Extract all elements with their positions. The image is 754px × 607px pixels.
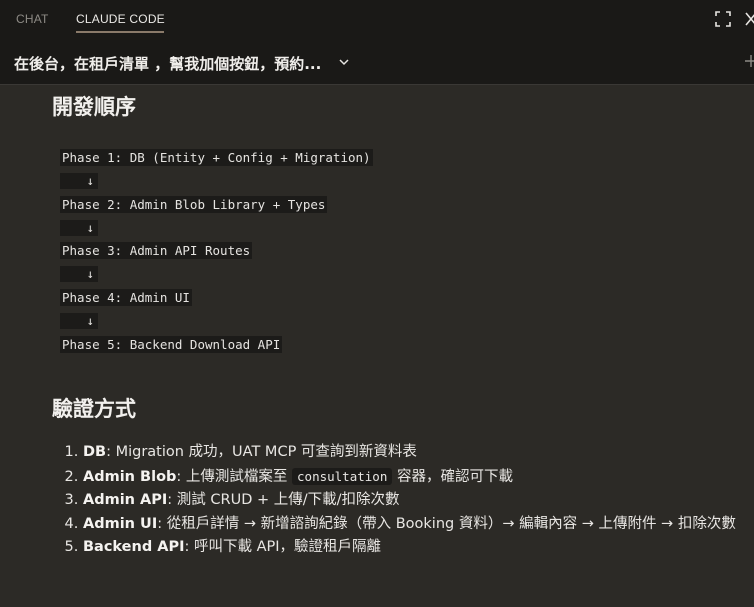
item-label: Admin Blob	[83, 468, 177, 485]
list-item: Backend API: 呼叫下載 API，驗證租戶隔離	[83, 536, 754, 560]
item-text: : Migration 成功，UAT MCP 可查詢到新資料表	[106, 444, 417, 460]
conversation-title[interactable]: 在後台，在租戶清單 ，幫我加個按鈕，預約...	[14, 53, 321, 74]
item-text: : 從租戶詳情 → 新增諮詢紀錄（帶入 Booking 資料）→ 編輯內容 → …	[157, 515, 736, 532]
chevron-down-icon[interactable]	[338, 56, 350, 68]
message-content: 開發順序 Phase 1: DB (Entity + Config + Migr…	[0, 85, 754, 607]
close-icon[interactable]	[744, 10, 754, 28]
verify-list: DB: Migration 成功，UAT MCP 可查詢到新資料表 Admin …	[52, 441, 754, 560]
list-item: DB: Migration 成功，UAT MCP 可查詢到新資料表	[83, 441, 754, 465]
item-label: Admin API	[83, 492, 168, 508]
arrow-down: ↓	[60, 266, 98, 282]
arrow-down: ↓	[60, 313, 98, 329]
list-item: Admin Blob: 上傳測試檔案至 consultation 容器，確認可下…	[83, 465, 754, 490]
phase-line: Phase 2: Admin Blob Library + Types	[60, 196, 328, 213]
expand-icon[interactable]	[714, 10, 732, 28]
item-text: 容器，確認可下載	[392, 468, 513, 485]
arrow-down: ↓	[60, 220, 98, 236]
item-label: DB	[83, 444, 107, 460]
new-chat-icon[interactable]	[744, 54, 754, 68]
item-label: Admin UI	[83, 515, 158, 532]
inline-code: consultation	[292, 467, 393, 485]
tab-chat[interactable]: CHAT	[16, 12, 49, 26]
item-text: : 上傳測試檔案至	[176, 468, 293, 485]
section-heading-dev-order: 開發順序	[52, 95, 136, 119]
item-text: : 測試 CRUD + 上傳/下載/扣除次數	[167, 492, 400, 508]
arrow-down: ↓	[60, 173, 98, 189]
item-text: : 呼叫下載 API，驗證租戶隔離	[184, 539, 382, 555]
phase-line: Phase 1: DB (Entity + Config + Migration…	[60, 149, 373, 166]
top-bar: CHAT CLAUDE CODE	[0, 0, 754, 40]
tab-claude-code[interactable]: CLAUDE CODE	[76, 12, 165, 26]
active-tab-indicator	[76, 31, 164, 33]
conversation-header: 在後台，在租戶清單 ，幫我加個按鈕，預約...	[0, 40, 754, 85]
phase-line: Phase 3: Admin API Routes	[60, 242, 253, 259]
item-label: Backend API	[83, 539, 185, 555]
phase-line: Phase 4: Admin UI	[60, 289, 192, 306]
phase-line: Phase 5: Backend Download API	[60, 336, 283, 353]
list-item: Admin UI: 從租戶詳情 → 新增諮詢紀錄（帶入 Booking 資料）→…	[83, 513, 754, 537]
section-heading-verify: 驗證方式	[52, 397, 136, 421]
list-item: Admin API: 測試 CRUD + 上傳/下載/扣除次數	[83, 489, 754, 513]
